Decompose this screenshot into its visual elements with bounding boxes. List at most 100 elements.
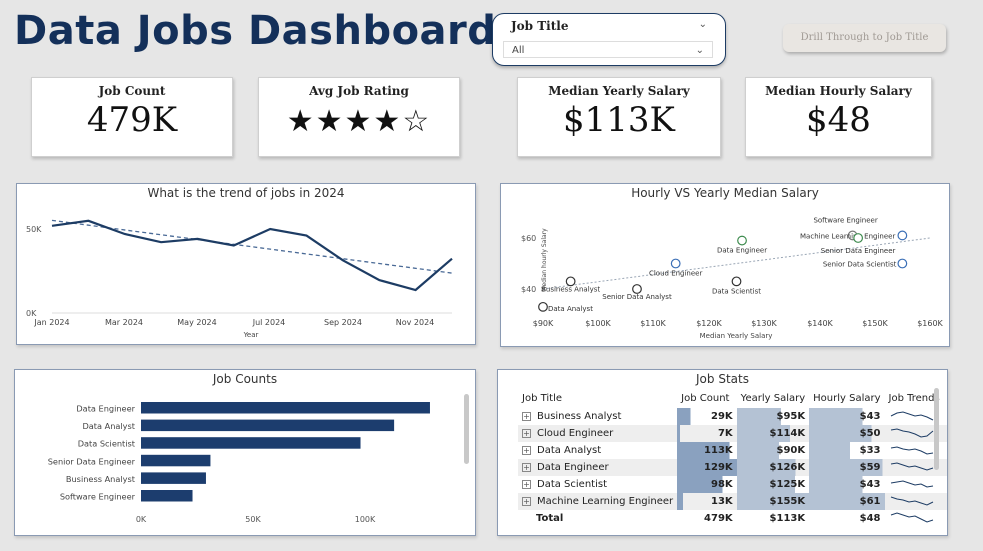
job-stats-panel: Job Stats Job Title Job Count Yearly Sal… [497,369,948,536]
x-tick-label: $120K [696,319,722,328]
scatter-point[interactable] [897,230,908,241]
scrollbar[interactable] [934,388,939,470]
point-label: Data Scientist [712,287,761,295]
x-tick-label: Mar 2024 [105,318,143,327]
expand-icon[interactable]: + [522,480,531,489]
x-tick-label: Jul 2024 [252,318,286,327]
row-title[interactable]: + Business Analyst [518,408,677,425]
star-rating: ★★★★☆ [286,104,432,139]
trend-line-chart[interactable]: 50K 0K Jan 2024 Mar 2024 May 2024 Jul 20… [17,184,475,344]
scatter-chart-panel: Hourly VS Yearly Median Salary Median ho… [500,183,950,347]
table-row[interactable]: + Machine Learning Engineer 13K $155K $61 [518,493,947,510]
job-counts-panel: Job Counts 0K 50K 100K Data Engineer Data… [14,369,476,536]
salary-scatter-chart[interactable]: Median hourly Salary $60 $40 $90K $100K … [501,184,949,346]
row-title[interactable]: + Data Analyst [518,442,677,459]
count-cell: 129K [677,459,737,476]
category-label: Data Engineer [76,404,135,414]
hourly-cell: $59 [809,459,885,476]
bar[interactable] [141,419,395,432]
bar[interactable] [141,472,206,484]
sparkline [890,446,933,455]
x-tick-label: $100K [585,319,611,328]
series-line[interactable] [51,219,453,292]
column-header[interactable]: Hourly Salary [809,388,884,408]
sparkline-cell [885,493,947,510]
job-title-slicer[interactable]: Job Title ⌄ All ⌄ [492,13,726,66]
row-label: Business Analyst [537,411,622,422]
kpi-value: 479K [86,100,178,140]
chevron-down-icon[interactable]: ⌄ [699,19,707,30]
kpi-value: $48 [806,100,871,140]
bar[interactable] [141,437,361,449]
bar[interactable] [141,490,193,502]
x-tick-label: 50K [245,515,261,524]
y-tick-label: 0K [26,309,37,318]
row-title[interactable]: + Cloud Engineer [518,425,677,442]
scrollbar[interactable] [464,394,469,464]
x-tick-label: May 2024 [177,318,216,327]
table-row[interactable]: + Data Engineer 129K $126K $59 [518,459,947,476]
expand-icon[interactable]: + [522,412,531,421]
scatter-point[interactable] [853,233,864,243]
hourly-cell: $43 [809,476,885,493]
x-tick-label: $90K [533,319,554,328]
x-tick-label: 100K [355,515,376,524]
count-cell: 113K [677,442,737,459]
yearly-cell: $125K [736,476,810,493]
scatter-point[interactable] [632,284,642,294]
x-tick-label: $140K [807,319,833,328]
point-label: Senior Data Engineer [821,247,896,255]
expand-icon[interactable]: + [522,463,531,472]
yearly-cell: $90K [736,442,810,459]
point-label: Cloud Engineer [649,270,703,278]
scatter-point[interactable] [731,276,742,287]
row-label: Cloud Engineer [537,428,614,439]
job-stats-table: Job Title Job Count Yearly Salary Hourly… [518,388,947,527]
x-tick-label: Nov 2024 [396,318,435,327]
table-row[interactable]: + Cloud Engineer 7K $114K $50 [518,425,947,442]
sparkline [890,428,933,438]
x-tick-label: Jan 2024 [33,318,69,327]
column-header[interactable]: Yearly Salary [737,388,809,408]
scatter-point[interactable] [538,301,548,312]
x-tick-label: $150K [862,319,888,328]
slicer-dropdown[interactable]: All ⌄ [503,41,713,58]
x-tick-label: Sep 2024 [324,318,362,327]
scatter-point[interactable] [897,258,908,269]
dropdown-chevron-icon[interactable]: ⌄ [696,42,704,59]
bar[interactable] [141,454,211,467]
category-label: Data Scientist [78,439,136,449]
kpi-label: Median Yearly Salary [548,84,690,98]
category-label: Software Engineer [60,492,136,502]
x-axis-title: Year [243,331,259,339]
count-cell: 13K [677,493,737,510]
row-title[interactable]: + Data Engineer [518,459,677,476]
point-label: Machine Learning Engineer [800,232,895,240]
kpi-job-count: Job Count 479K [31,77,233,157]
scatter-point[interactable] [670,258,681,269]
column-header[interactable]: Job Count [677,388,737,408]
kpi-value: $113K [563,100,675,140]
bar[interactable] [141,402,430,414]
table-row[interactable]: + Data Scientist 98K $125K $43 [518,476,947,493]
y-tick-label: $60 [521,234,536,243]
point-label: Business Analyst [541,285,600,293]
drill-through-button[interactable]: Drill Through to Job Title [783,24,946,52]
column-header[interactable]: Job Title [518,388,677,408]
trend-chart-panel: What is the trend of jobs in 2024 50K 0K… [16,183,476,345]
sparkline-cell [885,476,947,493]
x-tick-label: 0K [136,515,147,524]
expand-icon[interactable]: + [522,446,531,455]
job-counts-bar-chart[interactable]: 0K 50K 100K Data Engineer Data Analyst Dat… [15,370,475,535]
y-tick-label: $40 [521,285,536,294]
scatter-point[interactable] [737,235,747,246]
table-row[interactable]: + Business Analyst 29K $95K $43 [518,408,947,425]
table-row[interactable]: + Data Analyst 113K $90K $33 [518,442,947,459]
point-label: Software Engineer [813,216,877,224]
total-row: Total 479K $113K $48 [518,510,947,527]
expand-icon[interactable]: + [522,429,531,438]
row-title[interactable]: + Machine Learning Engineer [518,493,677,510]
row-title[interactable]: + Data Scientist [518,476,677,493]
expand-icon[interactable]: + [522,497,531,506]
total-yearly: $113K [769,513,806,524]
